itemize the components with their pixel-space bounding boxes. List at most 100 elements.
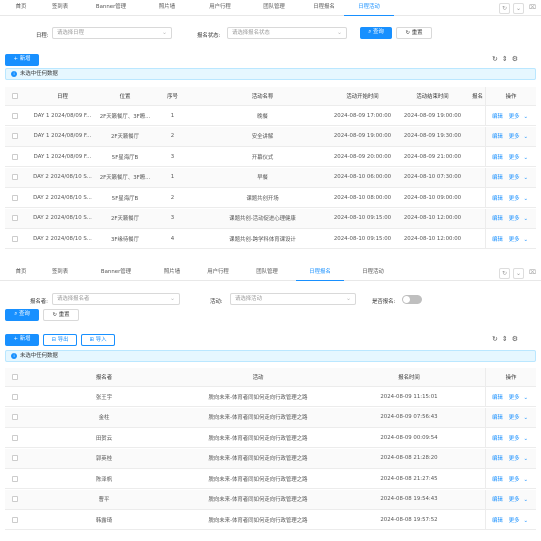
tab-schedule-signup[interactable]: 日程报名 — [300, 0, 348, 16]
select-all-checkbox[interactable] — [5, 368, 25, 386]
row-checkbox[interactable] — [5, 428, 25, 447]
column-height-icon[interactable]: ⇕ — [502, 55, 508, 63]
more-link[interactable]: 更多 ⌄ — [507, 516, 530, 524]
edit-link[interactable]: 编辑 — [492, 454, 503, 462]
query-button[interactable]: ⌕ 查询 — [5, 309, 39, 321]
cell-registrant: 郭英桂 — [95, 456, 113, 462]
settings-icon[interactable]: ⚙ — [512, 55, 518, 63]
tab-photo-wall[interactable]: 照片墙 — [150, 265, 194, 281]
close-tabs-icon[interactable]: ⌧ — [527, 268, 538, 279]
add-button[interactable]: + 新增 — [5, 54, 39, 66]
edit-link[interactable]: 编辑 — [492, 495, 503, 503]
row-actions: 编辑 更多 ⌄ — [485, 126, 536, 146]
query-button[interactable]: ⌕ 查询 — [360, 27, 392, 39]
tab-banner[interactable]: Banner管理 — [86, 265, 146, 281]
edit-link[interactable]: 编辑 — [492, 393, 503, 401]
more-link[interactable]: 更多 ⌄ — [507, 495, 530, 503]
tab-schedule-signup[interactable]: 日程报名 — [296, 265, 344, 281]
tab-photo-wall[interactable]: 照片墙 — [145, 0, 189, 16]
edit-link[interactable]: 编辑 — [492, 516, 503, 524]
tab-signin[interactable]: 签到表 — [42, 0, 78, 16]
refresh-icon[interactable]: ↻ — [499, 3, 510, 14]
table-row: DAY 2 2024/08/10 S... 5F星海厅B 2 课题共创开场 2024-0… — [5, 188, 536, 208]
more-link[interactable]: 更多 ⌄ — [507, 235, 530, 243]
tab-schedule-activity[interactable]: 日程活动 — [349, 265, 397, 281]
chevron-down-icon: ⌄ — [523, 236, 529, 243]
cell-activity-name: 晚餐 — [257, 113, 268, 120]
edit-link[interactable]: 编辑 — [492, 235, 503, 243]
edit-link[interactable]: 编辑 — [492, 214, 503, 222]
import-button[interactable]: ⊞ 导入 — [81, 334, 115, 346]
reset-button[interactable]: ↻ 重置 — [396, 27, 432, 39]
cell-location: 2F天籁餐厅、3F瞭... — [100, 113, 150, 120]
reset-button[interactable]: ↻ 重置 — [43, 309, 79, 321]
more-link[interactable]: 更多 ⌄ — [507, 475, 530, 483]
edit-link[interactable]: 编辑 — [492, 173, 503, 181]
tab-signin[interactable]: 签到表 — [42, 265, 78, 281]
more-link[interactable]: 更多 ⌄ — [507, 194, 530, 202]
chevron-down-icon[interactable]: ⌄ — [513, 3, 524, 14]
more-link[interactable]: 更多 ⌄ — [507, 112, 530, 120]
more-link[interactable]: 更多 ⌄ — [507, 434, 530, 442]
refresh-icon[interactable]: ↻ — [499, 268, 510, 279]
export-button[interactable]: ⊟ 导出 — [43, 334, 77, 346]
edit-link[interactable]: 编辑 — [492, 112, 503, 120]
add-button[interactable]: + 新增 — [5, 334, 39, 346]
table-tools: ↻ ⇕ ⚙ — [488, 55, 518, 63]
cell-activity: 脱向未来-体育者同如何走向行政管理之路 — [208, 435, 308, 442]
row-checkbox[interactable] — [5, 449, 25, 468]
edit-link[interactable]: 编辑 — [492, 434, 503, 442]
chevron-down-icon: ⌄ — [345, 295, 351, 302]
row-checkbox[interactable] — [5, 147, 25, 166]
tab-user-itinerary[interactable]: 用户行程 — [195, 0, 245, 16]
row-checkbox[interactable] — [5, 510, 25, 529]
activity-select[interactable]: 请选择活动 ⌄ — [230, 293, 356, 305]
edit-link[interactable]: 编辑 — [492, 413, 503, 421]
row-checkbox[interactable] — [5, 490, 25, 509]
more-link[interactable]: 更多 ⌄ — [507, 413, 530, 421]
tab-home[interactable]: 首页 — [8, 265, 34, 281]
row-checkbox[interactable] — [5, 188, 25, 207]
more-link[interactable]: 更多 ⌄ — [507, 132, 530, 140]
select-all-checkbox[interactable] — [5, 87, 25, 105]
row-checkbox[interactable] — [5, 408, 25, 427]
row-checkbox[interactable] — [5, 168, 25, 187]
edit-link[interactable]: 编辑 — [492, 153, 503, 161]
tab-schedule-activity[interactable]: 日程活动 — [344, 0, 394, 16]
tab-team[interactable]: 团队管理 — [243, 265, 291, 281]
chevron-down-icon[interactable]: ⌄ — [513, 268, 524, 279]
more-link[interactable]: 更多 ⌄ — [507, 173, 530, 181]
refresh-icon[interactable]: ↻ — [492, 335, 498, 343]
registrant-select[interactable]: 请选择报名者 ⌄ — [52, 293, 180, 305]
close-tabs-icon[interactable]: ⌧ — [527, 3, 538, 14]
cancelled-toggle[interactable] — [402, 295, 422, 304]
settings-icon[interactable]: ⚙ — [512, 335, 518, 343]
row-checkbox[interactable] — [5, 469, 25, 488]
tab-home[interactable]: 首页 — [8, 0, 34, 16]
tab-banner[interactable]: Banner管理 — [86, 0, 136, 16]
cell-activity-name: 早餐 — [257, 175, 268, 181]
row-checkbox[interactable] — [5, 127, 25, 146]
row-checkbox[interactable] — [5, 387, 25, 406]
refresh-icon[interactable]: ↻ — [492, 55, 498, 63]
edit-link[interactable]: 编辑 — [492, 194, 503, 202]
column-height-icon[interactable]: ⇕ — [502, 335, 508, 343]
schedule-filter-label: 日程: — [36, 33, 49, 39]
more-link[interactable]: 更多 ⌄ — [507, 454, 530, 462]
more-link[interactable]: 更多 ⌄ — [507, 214, 530, 222]
status-select[interactable]: 请选择报名状态 ⌄ — [227, 27, 347, 39]
schedule-select[interactable]: 请选择日程 ⌄ — [52, 27, 172, 39]
more-link[interactable]: 更多 ⌄ — [507, 153, 530, 161]
tab-user-itinerary[interactable]: 用户行程 — [196, 265, 240, 281]
edit-link[interactable]: 编辑 — [492, 475, 503, 483]
search-icon: ⌕ — [14, 311, 18, 317]
col-actions: 操作 — [485, 368, 536, 386]
row-checkbox[interactable] — [5, 106, 25, 125]
table-row: 曹平 脱向未来-体育者同如何走向行政管理之路 2024-08-08 19:54:43… — [5, 489, 536, 510]
row-checkbox[interactable] — [5, 209, 25, 228]
edit-link[interactable]: 编辑 — [492, 132, 503, 140]
more-link[interactable]: 更多 ⌄ — [507, 393, 530, 401]
row-checkbox[interactable] — [5, 229, 25, 248]
tab-team[interactable]: 团队管理 — [250, 0, 298, 16]
cell-registrant: 陈泽帆 — [95, 476, 113, 483]
